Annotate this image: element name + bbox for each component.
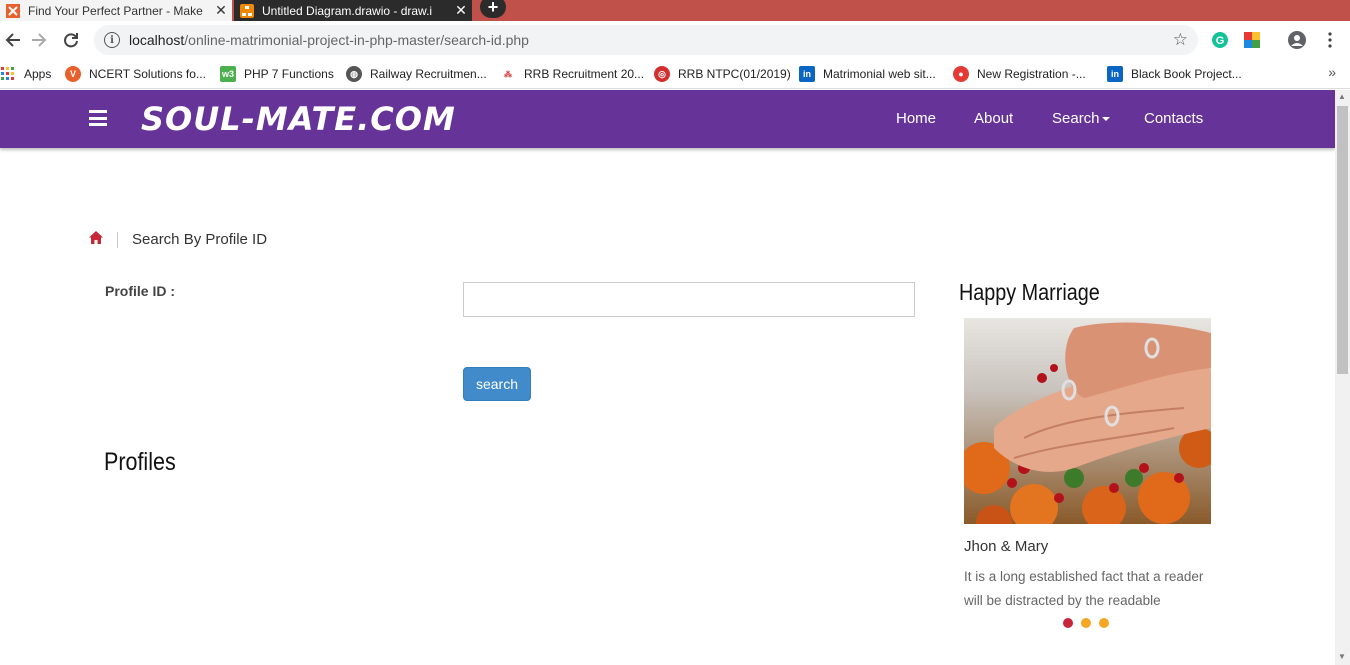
bookmark-php[interactable]: w3 PHP 7 Functions — [220, 65, 334, 83]
bookmark-label: Black Book Project... — [1131, 67, 1242, 81]
bookmark-apps[interactable]: Apps — [0, 65, 51, 83]
url-host: localhost — [129, 32, 185, 48]
profile-id-label: Profile ID : — [105, 283, 176, 299]
tab-title: Find Your Perfect Partner - Make — [28, 3, 203, 18]
hamburger-menu-icon[interactable] — [89, 110, 107, 126]
bookmark-railway[interactable]: ◍ Railway Recruitmen... — [346, 65, 487, 83]
carousel-dot[interactable] — [1063, 618, 1073, 628]
happy-marriage-heading: Happy Marriage — [959, 279, 1100, 305]
svg-text:G: G — [1216, 35, 1225, 47]
rrb-ntpc-icon: ◎ — [654, 66, 670, 82]
site-logo[interactable]: SOUL-MATE.COM — [141, 100, 456, 138]
globe-icon: ◍ — [346, 66, 362, 82]
browser-tab-active[interactable]: Untitled Diagram.drawio - draw.i ✕ — [234, 0, 472, 21]
bookmark-black-book[interactable]: in Black Book Project... — [1107, 65, 1242, 83]
grammarly-icon[interactable]: G — [1210, 30, 1230, 50]
bookmark-label: New Registration -... — [977, 67, 1086, 81]
forward-arrow-icon[interactable] — [26, 27, 52, 53]
url-path: /online-matrimonial-project-in-php-maste… — [184, 32, 529, 48]
breadcrumb-current: Search By Profile ID — [132, 231, 268, 248]
bookmark-rrb-ntpc[interactable]: ◎ RRB NTPC(01/2019) — [654, 65, 791, 83]
carousel-dot[interactable] — [1081, 618, 1091, 628]
bookmark-star-icon[interactable]: ☆ — [1173, 30, 1188, 50]
linkedin-icon: in — [1107, 66, 1123, 82]
tab-title: Untitled Diagram.drawio - draw.i — [262, 3, 433, 18]
color-picker-extension-icon[interactable] — [1242, 30, 1262, 50]
scroll-down-arrow-icon[interactable]: ▼ — [1338, 652, 1346, 661]
couple-name: Jhon & Mary — [964, 538, 1049, 555]
breadcrumb: Search By Profile ID — [89, 231, 267, 248]
search-button[interactable]: search — [463, 367, 531, 401]
bookmark-label: Apps — [24, 67, 52, 81]
drawio-favicon-icon — [240, 3, 254, 18]
bookmark-registration[interactable]: ● New Registration -... — [953, 65, 1086, 83]
profile-id-input[interactable] — [463, 282, 915, 317]
site-info-icon[interactable]: i — [104, 32, 120, 48]
profiles-heading: Profiles — [104, 448, 176, 476]
scrollbar-thumb[interactable] — [1337, 106, 1348, 374]
registration-icon: ● — [953, 66, 969, 82]
couple-photo — [964, 318, 1211, 524]
bookmark-rrb[interactable]: ⁂ RRB Recruitment 20... — [500, 65, 644, 83]
browser-toolbar: i localhost/online-matrimonial-project-i… — [0, 21, 1350, 58]
address-bar[interactable]: i localhost/online-matrimonial-project-i… — [94, 25, 1198, 55]
tab-close-icon[interactable]: ✕ — [210, 2, 232, 19]
carousel-pagination — [1063, 618, 1117, 628]
bookmark-label: PHP 7 Functions — [244, 67, 334, 81]
couple-description: It is a long established fact that a rea… — [964, 569, 1204, 608]
carousel-dot[interactable] — [1099, 618, 1109, 628]
bookmark-matrimonial[interactable]: in Matrimonial web sit... — [799, 65, 936, 83]
w3-icon: w3 — [220, 66, 236, 82]
browser-tab-bar: Find Your Perfect Partner - Make ✕ Untit… — [0, 0, 1350, 21]
site-favicon-icon — [6, 3, 20, 18]
nav-contacts[interactable]: Contacts — [1144, 110, 1203, 127]
apps-grid-icon — [0, 66, 16, 82]
v-icon: V — [65, 66, 81, 82]
web-page: SOUL-MATE.COM Home About Search Contacts… — [0, 90, 1335, 665]
bookmark-label: RRB NTPC(01/2019) — [678, 67, 791, 81]
bookmark-label: RRB Recruitment 20... — [524, 67, 645, 81]
page-scrollbar[interactable]: ▲ ▼ — [1335, 90, 1350, 665]
nav-search-label: Search — [1052, 110, 1100, 127]
back-arrow-icon[interactable] — [0, 27, 26, 53]
bookmark-label: NCERT Solutions fo... — [89, 67, 206, 81]
bookmark-label: Matrimonial web sit... — [823, 67, 936, 81]
reload-icon[interactable] — [58, 27, 84, 53]
site-header: SOUL-MATE.COM Home About Search Contacts — [0, 90, 1335, 148]
new-tab-button[interactable]: + — [480, 0, 506, 18]
bookmarks-bar: Apps V NCERT Solutions fo... w3 PHP 7 Fu… — [0, 58, 1350, 89]
bookmarks-overflow-icon[interactable]: » — [1328, 64, 1336, 80]
tab-close-icon[interactable]: ✕ — [450, 2, 472, 19]
profile-avatar-icon[interactable] — [1287, 30, 1307, 50]
browser-menu-icon[interactable] — [1320, 30, 1340, 50]
home-icon[interactable] — [89, 231, 103, 248]
bookmark-ncert[interactable]: V NCERT Solutions fo... — [65, 65, 206, 83]
nav-about[interactable]: About — [974, 110, 1013, 127]
scroll-up-arrow-icon[interactable]: ▲ — [1338, 92, 1346, 101]
nav-home[interactable]: Home — [896, 110, 936, 127]
browser-tab[interactable]: Find Your Perfect Partner - Make ✕ — [0, 0, 232, 21]
rrb-icon: ⁂ — [500, 66, 516, 82]
url-text: localhost/online-matrimonial-project-in-… — [129, 32, 529, 48]
breadcrumb-divider — [117, 231, 118, 248]
chevron-down-icon — [1101, 117, 1110, 122]
bookmark-label: Railway Recruitmen... — [370, 67, 487, 81]
nav-search-dropdown[interactable]: Search — [1052, 110, 1110, 127]
linkedin-icon: in — [799, 66, 815, 82]
